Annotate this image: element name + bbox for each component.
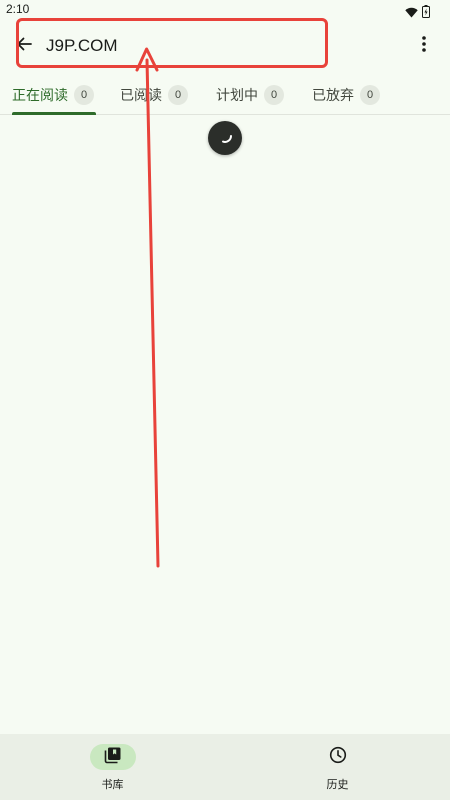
status-time: 2:10 [6,2,30,16]
tab-reading[interactable]: 正在阅读 0 [0,76,106,115]
search-toolbar [0,20,450,72]
tab-label: 计划中 [216,88,258,104]
tab-read[interactable]: 已阅读 0 [108,76,200,114]
nav-label: 书库 [101,778,124,791]
tab-label: 已阅读 [120,88,162,104]
more-vert-icon [421,35,427,57]
library-icon [104,746,122,768]
nav-item-library[interactable]: 书库 [0,734,225,800]
back-button[interactable] [12,34,36,58]
nav-item-history[interactable]: 历史 [225,734,450,800]
tab-active-indicator [12,112,96,115]
nav-active-pill [89,744,136,770]
app-screen: 2:10 J9P.COM 正在阅读 0 已阅读 0 计划中 0 已放弃 0 书库… [0,0,450,800]
bottom-navigation: 书库 历史 [0,734,450,800]
tab-count-badge: 0 [360,85,380,105]
tab-count-badge: 0 [168,85,188,105]
status-bar: 2:10 [0,0,450,20]
progress-spinner-icon [216,127,234,149]
history-icon [329,746,347,768]
category-tabs: 正在阅读 0 已阅读 0 计划中 0 已放弃 0 [0,76,450,115]
tab-count-badge: 0 [264,85,284,105]
tab-label: 正在阅读 [12,88,68,104]
loading-spinner [208,121,242,155]
annotation-arrow [135,47,160,568]
tab-label: 已放弃 [312,88,354,104]
tab-count-badge: 0 [74,85,94,105]
overflow-menu-button[interactable] [412,34,436,58]
search-input[interactable] [46,32,306,60]
arrow-back-icon [15,35,33,57]
nav-icon-container [315,744,361,770]
tab-planned[interactable]: 计划中 0 [204,76,296,114]
nav-label: 历史 [326,778,349,791]
tab-dropped[interactable]: 已放弃 0 [300,76,392,114]
